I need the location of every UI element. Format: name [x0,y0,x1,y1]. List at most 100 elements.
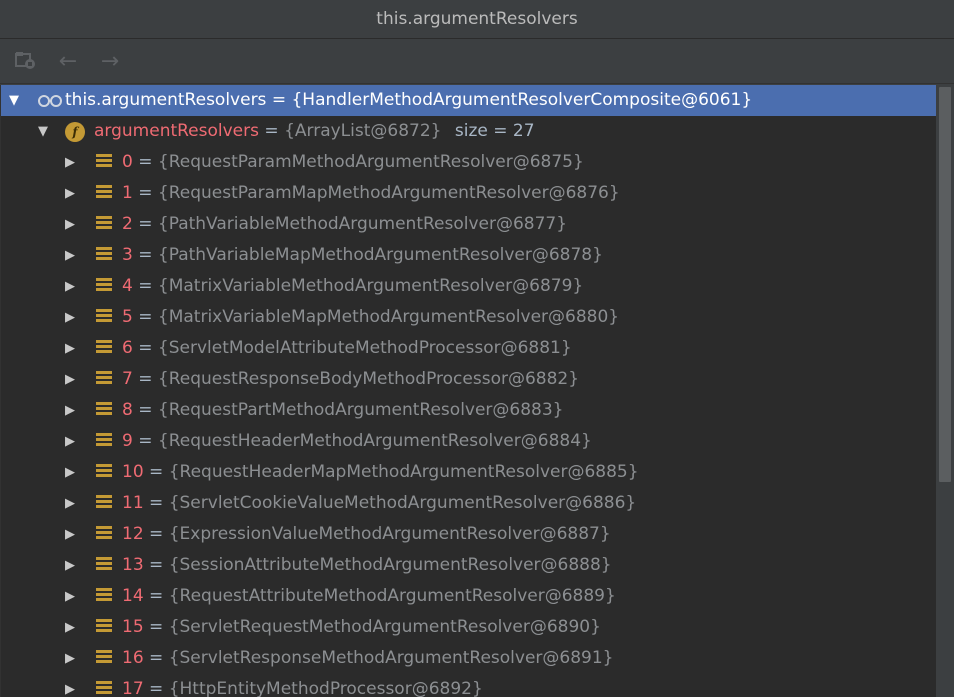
expand-triangle-icon[interactable]: ▶ [62,674,78,697]
item-value: {ExpressionValueMethodArgumentResolver@6… [168,524,611,544]
equals-sign: = [149,524,164,544]
forward-arrow-icon[interactable]: → [97,49,123,74]
scrollbar-thumb[interactable] [939,87,951,482]
frames-icon-glyph [15,52,35,69]
list-item[interactable]: ▶ 11 = {ServletCookieValueMethodArgumentR… [1,488,937,519]
list-element-icon [96,526,112,543]
item-value: {ServletRequestMethodArgumentResolver@68… [168,617,601,637]
expand-triangle-icon[interactable]: ▶ [62,333,78,364]
expand-triangle-icon[interactable]: ▶ [62,643,78,674]
equals-sign: = [149,679,164,697]
list-item[interactable]: ▶ 1 = {RequestParamMapMethodArgumentResol… [1,178,937,209]
item-value: {SessionAttributeMethodArgumentResolver@… [168,555,612,575]
item-index: 7 [122,369,133,389]
list-element-icon [96,309,112,326]
back-arrow-icon[interactable]: ← [55,49,81,74]
expand-triangle-icon[interactable]: ▶ [62,550,78,581]
expand-triangle-icon[interactable]: ▶ [62,209,78,240]
list-item[interactable]: ▶ 4 = {MatrixVariableMethodArgumentResolv… [1,271,937,302]
tree-field-row[interactable]: ▼ f argumentResolvers = {ArrayList@6872}… [1,116,937,147]
expand-triangle-icon[interactable]: ▶ [62,488,78,519]
expand-triangle-icon[interactable]: ▶ [62,612,78,643]
list-element-icon [96,278,112,295]
equals-sign: = [264,121,279,141]
list-item[interactable]: ▶ 5 = {MatrixVariableMapMethodArgumentRes… [1,302,937,333]
equals-sign: = [149,648,164,668]
vertical-scrollbar[interactable] [936,85,954,697]
list-item[interactable]: ▶ 8 = {RequestPartMethodArgumentResolver@… [1,395,937,426]
list-item[interactable]: ▶ 12 = {ExpressionValueMethodArgumentReso… [1,519,937,550]
list-item[interactable]: ▶ 2 = {PathVariableMethodArgumentResolver… [1,209,937,240]
list-element-icon [96,557,112,574]
item-index: 14 [122,586,144,606]
list-item[interactable]: ▶ 3 = {PathVariableMapMethodArgumentResol… [1,240,937,271]
item-value: {RequestResponseBodyMethodProcessor@6882… [157,369,580,389]
item-index: 9 [122,431,133,451]
tree-root-row[interactable]: ▼ this.argumentResolvers = {HandlerMetho… [1,85,937,116]
collapse-triangle-icon[interactable]: ▼ [35,116,51,147]
item-index: 2 [122,214,133,234]
frames-icon[interactable] [14,49,40,73]
item-value: {RequestPartMethodArgumentResolver@6883} [157,400,564,420]
list-item[interactable]: ▶ 9 = {RequestHeaderMethodArgumentResolve… [1,426,937,457]
list-item[interactable]: ▶ 16 = {ServletResponseMethodArgumentReso… [1,643,937,674]
equals-sign: = [138,183,153,203]
item-index: 17 [122,679,144,697]
field-icon: f [65,122,85,142]
field-value: {ArrayList@6872} [284,121,442,141]
expand-triangle-icon[interactable]: ▶ [62,178,78,209]
item-index: 10 [122,462,144,482]
equals-sign: = [138,431,153,451]
equals-sign: = [149,493,164,513]
item-index: 12 [122,524,144,544]
collapse-triangle-icon[interactable]: ▼ [6,85,22,116]
equals-sign: = [138,276,153,296]
item-index: 4 [122,276,133,296]
list-element-icon [96,464,112,481]
item-value: {RequestAttributeMethodArgumentResolver@… [168,586,616,606]
expand-triangle-icon[interactable]: ▶ [62,581,78,612]
equals-sign: = [149,462,164,482]
list-element-icon [96,402,112,419]
expand-triangle-icon[interactable]: ▶ [62,426,78,457]
expand-triangle-icon[interactable]: ▶ [62,302,78,333]
item-value: {HttpEntityMethodProcessor@6892} [168,679,483,697]
equals-sign: = [138,400,153,420]
list-item[interactable]: ▶ 10 = {RequestHeaderMapMethodArgumentRes… [1,457,937,488]
list-item[interactable]: ▶ 13 = {SessionAttributeMethodArgumentRes… [1,550,937,581]
list-item[interactable]: ▶ 7 = {RequestResponseBodyMethodProcessor… [1,364,937,395]
item-value: {PathVariableMethodArgumentResolver@6877… [157,214,568,234]
item-index: 13 [122,555,144,575]
list-item[interactable]: ▶ 0 = {RequestParamMethodArgumentResolver… [1,147,937,178]
item-index: 5 [122,307,133,327]
list-element-icon [96,216,112,233]
list-item[interactable]: ▶ 14 = {RequestAttributeMethodArgumentRes… [1,581,937,612]
field-size: size = 27 [454,121,535,141]
equals-sign: = [149,617,164,637]
expand-triangle-icon[interactable]: ▶ [62,271,78,302]
equals-sign: = [149,586,164,606]
expand-triangle-icon[interactable]: ▶ [62,147,78,178]
expand-triangle-icon[interactable]: ▶ [62,240,78,271]
expand-triangle-icon[interactable]: ▶ [62,395,78,426]
list-item[interactable]: ▶ 15 = {ServletRequestMethodArgumentResol… [1,612,937,643]
field-name: argumentResolvers [94,121,259,141]
equals-sign: = [138,245,153,265]
item-index: 15 [122,617,144,637]
list-element-icon [96,247,112,264]
item-value: {RequestParamMethodArgumentResolver@6875… [157,152,584,172]
list-item[interactable]: ▶ 17 = {HttpEntityMethodProcessor@6892} [1,674,937,697]
variables-tree[interactable]: ▼ this.argumentResolvers = {HandlerMetho… [0,85,937,697]
item-index: 16 [122,648,144,668]
item-value: {PathVariableMapMethodArgumentResolver@6… [157,245,603,265]
item-value: {MatrixVariableMethodArgumentResolver@68… [157,276,584,296]
list-item[interactable]: ▶ 6 = {ServletModelAttributeMethodProcess… [1,333,937,364]
item-index: 3 [122,245,133,265]
item-index: 11 [122,493,144,513]
equals-sign: = [138,338,153,358]
expand-triangle-icon[interactable]: ▶ [62,457,78,488]
expand-triangle-icon[interactable]: ▶ [62,519,78,550]
list-element-icon [96,433,112,450]
expand-triangle-icon[interactable]: ▶ [62,364,78,395]
list-element-icon [96,371,112,388]
